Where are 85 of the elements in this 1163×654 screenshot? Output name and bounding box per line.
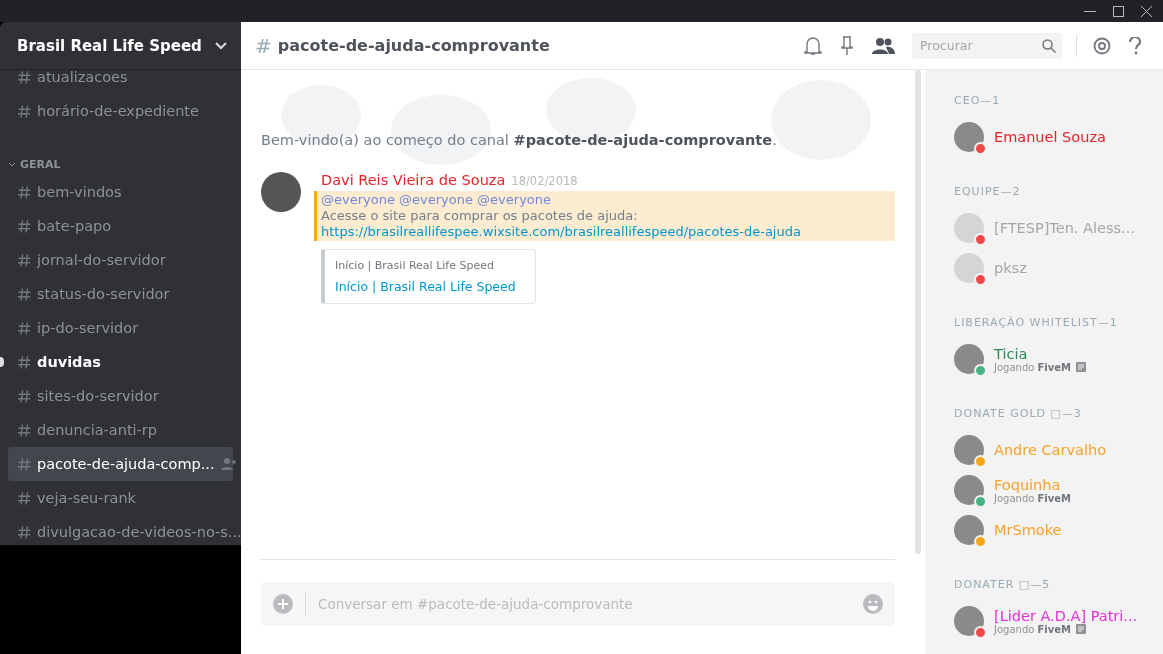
- channel-item[interactable]: bate-papo: [8, 209, 233, 243]
- channel-item[interactable]: jornal-do-servidor: [8, 243, 233, 277]
- hash-icon: [18, 253, 31, 267]
- details-icon[interactable]: [1076, 624, 1087, 634]
- category-header[interactable]: GERAL: [8, 158, 233, 171]
- message-text: Acesse o site para comprar os pacotes de ajuda:: [321, 208, 639, 224]
- channel-title: pacote-de-ajuda-comprovante: [277, 36, 551, 55]
- server-name: Brasil Real Life Speed: [17, 36, 202, 55]
- member-name: pksz: [994, 260, 1027, 276]
- channel-name: duvidas: [37, 354, 102, 370]
- member-item[interactable]: Emanuel Souza: [954, 117, 1163, 157]
- channel-name: jornal-do-servidor: [37, 252, 167, 268]
- role-header: LIBERAÇÃO WHITELIST—1: [954, 316, 1119, 329]
- hash-icon: [18, 423, 31, 437]
- member-name: Emanuel Souza: [994, 129, 1106, 145]
- search-box[interactable]: Procurar: [912, 32, 1062, 59]
- add-user-icon[interactable]: [220, 457, 237, 471]
- channel-item[interactable]: status-do-servidor: [8, 277, 233, 311]
- hash-icon: [18, 70, 31, 84]
- member-name: Andre Carvalho: [994, 442, 1106, 458]
- channel-name: sites-do-servidor: [37, 388, 160, 404]
- hash-icon: [18, 389, 31, 403]
- member-item[interactable]: pksz: [954, 248, 1163, 288]
- member-item[interactable]: Ticia Jogando FiveM: [954, 339, 1163, 379]
- channel-item[interactable]: horário-de-expediente: [8, 94, 233, 128]
- activity-text: Jogando FiveM: [994, 623, 1072, 635]
- member-name: MrSmoke: [994, 522, 1062, 538]
- embed-title-link[interactable]: Início | Brasil Real Life Speed: [335, 279, 525, 294]
- role-header: EQUIPE—2: [954, 185, 1022, 198]
- role-header: CEO—1: [954, 94, 1002, 107]
- message-link[interactable]: https://brasilreallifespee.wixsite.com/brasilreallifespeed/pacotes-de-ajuda: [321, 224, 891, 240]
- channel-name: status-do-servidor: [37, 286, 171, 302]
- channel-name: bem-vindos: [37, 184, 123, 200]
- user-avatar[interactable]: [261, 172, 301, 212]
- channel-name: horário-de-expediente: [37, 103, 200, 119]
- chevron-icon: [8, 161, 16, 168]
- close-icon[interactable]: [1140, 5, 1152, 17]
- hash-icon: [18, 321, 31, 335]
- channel-item[interactable]: sites-do-servidor: [8, 379, 233, 413]
- member-item[interactable]: Foquinha Jogando FiveM: [954, 470, 1163, 510]
- search-field[interactable]: Procurar: [918, 37, 1042, 54]
- activity-text: Jogando FiveM: [994, 361, 1072, 373]
- search-icon: [1042, 38, 1056, 53]
- role-header: DONATER □—5: [954, 578, 1052, 591]
- channel-item[interactable]: denuncia-anti-rp: [8, 413, 233, 447]
- channel-item[interactable]: ip-do-servidor: [8, 311, 233, 345]
- member-name: Ticia: [994, 345, 1029, 362]
- activity-text: Jogando FiveM: [994, 492, 1072, 504]
- minimize-icon[interactable]: [1084, 10, 1096, 12]
- member-name: Foquinha: [994, 476, 1062, 493]
- details-icon[interactable]: [1076, 362, 1087, 372]
- channel-name: pacote-de-ajuda-comp...: [37, 456, 215, 472]
- embed-provider: Início | Brasil Real Life Speed: [335, 259, 495, 272]
- maximize-icon[interactable]: [1112, 5, 1124, 17]
- mention-text: @everyone @everyone @everyone: [321, 192, 553, 208]
- member-item[interactable]: [FTESP]Ten. Aless...: [954, 208, 1163, 248]
- channel-name: denuncia-anti-rp: [37, 422, 158, 438]
- role-header: DONATE GOLD □—3: [954, 407, 1083, 420]
- hash-icon: [18, 287, 31, 301]
- channel-item[interactable]: pacote-de-ajuda-comp...: [8, 447, 233, 481]
- channel-name: ip-do-servidor: [37, 320, 140, 336]
- message-composer[interactable]: Conversar em #pacote-de-ajuda-comprovante: [261, 582, 895, 626]
- channel-name: veja-seu-rank: [37, 490, 137, 506]
- channel-item[interactable]: duvidas: [8, 345, 233, 379]
- member-item[interactable]: [Lider A.D.A] Patri... Jogando FiveM: [954, 601, 1163, 641]
- hash-icon: [18, 491, 31, 505]
- hash-icon: [18, 104, 31, 118]
- welcome-text: Bem-vindo(a) ao começo do canal #pacote-de-ajuda-comprovante.: [261, 132, 778, 148]
- hash-icon: #: [255, 33, 272, 58]
- channel-item[interactable]: veja-seu-rank: [8, 481, 233, 515]
- hash-icon: [18, 185, 31, 199]
- message-field[interactable]: Conversar em #pacote-de-ajuda-comprovante: [305, 591, 851, 617]
- member-name: [Lider A.D.A] Patri...: [994, 607, 1138, 624]
- timestamp: 18/02/2018: [511, 174, 578, 188]
- hash-icon: [18, 525, 31, 539]
- channel-item[interactable]: bem-vindos: [8, 175, 233, 209]
- author-name[interactable]: Davi Reis Vieira de Souza: [321, 172, 506, 188]
- channel-name: divulgacao-de-videos-no-s...: [37, 524, 241, 540]
- hash-icon: [18, 355, 31, 369]
- channel-name: atualizacoes: [37, 69, 129, 85]
- member-name: [FTESP]Ten. Aless...: [994, 220, 1135, 236]
- hash-icon: [18, 219, 31, 233]
- channel-name: bate-papo: [37, 218, 113, 234]
- chevron-down-icon: [215, 41, 227, 50]
- hash-icon: [18, 457, 31, 471]
